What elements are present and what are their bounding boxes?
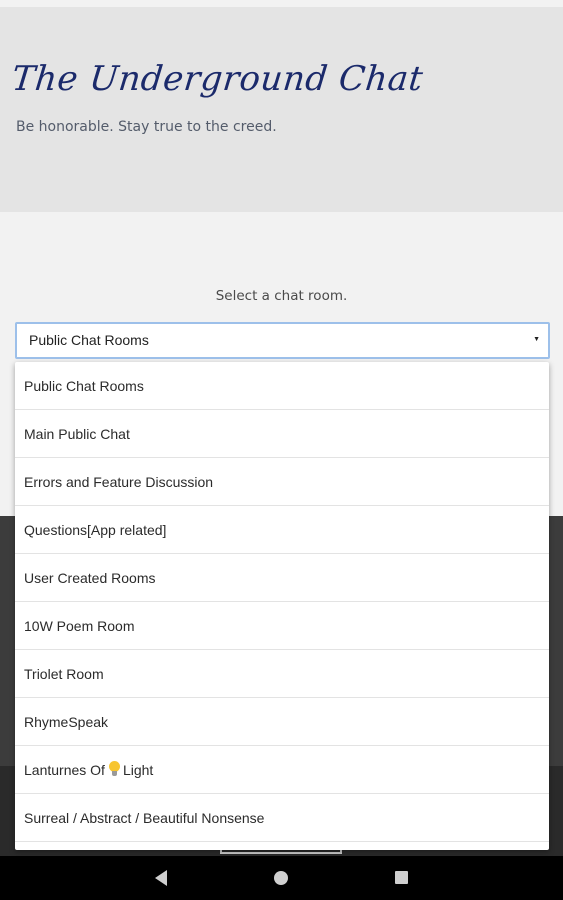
room-option[interactable]: Questions[App related] bbox=[15, 506, 549, 554]
navigation-bar bbox=[0, 856, 563, 900]
home-icon[interactable] bbox=[274, 871, 288, 885]
status-bar bbox=[0, 0, 563, 7]
room-dropdown-list: Public Chat Rooms Main Public Chat Error… bbox=[15, 362, 549, 850]
select-room-prompt: Select a chat room. bbox=[215, 288, 348, 304]
room-option[interactable]: Triolet Room bbox=[15, 650, 549, 698]
room-option[interactable]: User Created Rooms bbox=[15, 554, 549, 602]
room-option-label-suffix: Light bbox=[122, 762, 154, 778]
room-select[interactable]: Public Chat Rooms ▼ bbox=[15, 322, 550, 359]
room-option[interactable]: Surreal / Abstract / Beautiful Nonsense bbox=[15, 794, 549, 842]
room-option[interactable]: Errors and Feature Discussion bbox=[15, 458, 549, 506]
app-title: The Underground Chat bbox=[9, 59, 426, 99]
chevron-down-icon: ▼ bbox=[533, 336, 540, 343]
room-option-label: Lanturnes Of bbox=[24, 762, 105, 778]
room-option[interactable]: Main Public Chat bbox=[15, 410, 549, 458]
room-select-value: Public Chat Rooms bbox=[29, 332, 149, 348]
app-subtitle: Be honorable. Stay true to the creed. bbox=[16, 119, 277, 135]
room-option[interactable]: 10W Poem Room bbox=[15, 602, 549, 650]
recents-icon[interactable] bbox=[395, 871, 408, 884]
lightbulb-icon bbox=[108, 761, 120, 777]
room-option[interactable]: Public Chat Rooms bbox=[15, 362, 549, 410]
back-icon[interactable] bbox=[155, 870, 167, 886]
room-option[interactable]: RhymeSpeak bbox=[15, 698, 549, 746]
room-option-lanturnes[interactable]: Lanturnes Of Light bbox=[15, 746, 549, 794]
app-header: The Underground Chat Be honorable. Stay … bbox=[0, 7, 563, 212]
